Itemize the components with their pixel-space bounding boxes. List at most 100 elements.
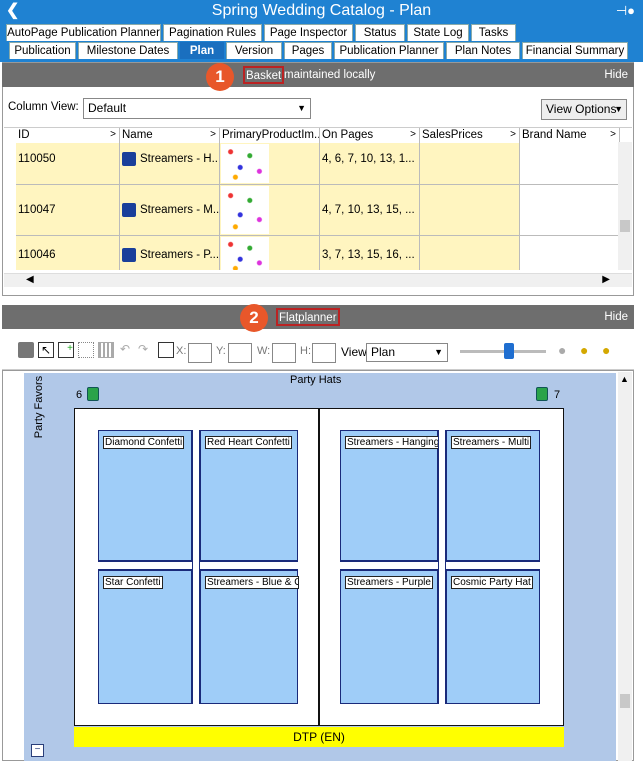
callout-badge-1: 1 xyxy=(206,63,234,91)
tab-financial-summary[interactable]: Financial Summary xyxy=(522,42,628,59)
tab-milestone-dates[interactable]: Milestone Dates xyxy=(78,42,178,59)
view-select-value: Plan xyxy=(371,345,396,359)
collapse-icon[interactable]: − xyxy=(31,744,44,757)
zoom-slider[interactable] xyxy=(460,343,546,359)
page-icon[interactable] xyxy=(18,342,34,358)
cell-on-pages[interactable]: 3, 7, 13, 15, 16, ... xyxy=(320,236,420,270)
users-icon[interactable]: ● xyxy=(558,342,574,358)
product-icon xyxy=(122,248,136,262)
cell-name[interactable]: Streamers - P... xyxy=(120,236,220,270)
table-row[interactable]: 110046 xyxy=(16,236,120,270)
y-input[interactable] xyxy=(228,343,252,363)
page-status-icon[interactable] xyxy=(536,387,548,401)
tab-pages[interactable]: Pages xyxy=(284,42,332,59)
grid-icon[interactable] xyxy=(98,342,114,358)
frame-streamers-multi[interactable]: Streamers - Multi xyxy=(446,430,540,561)
cell-brand-name[interactable] xyxy=(520,236,620,270)
cell-product-image[interactable] xyxy=(220,185,320,236)
section-title: Party Hats xyxy=(290,374,342,386)
column-header-brand-name[interactable]: Brand Name > xyxy=(520,128,620,143)
crop-icon[interactable] xyxy=(158,342,174,358)
frame-red-heart-confetti[interactable]: Red Heart Confetti xyxy=(200,430,298,561)
tab-autopage-publication-planner[interactable]: AutoPage Publication Planner xyxy=(6,24,161,41)
tab-page-inspector[interactable]: Page Inspector xyxy=(264,24,353,41)
flatplanner-toolbar: ↖ + ↶ ↷ X: Y: W: H: View Plan ▼ ● ● ● xyxy=(2,333,634,370)
zoom-slider-thumb[interactable] xyxy=(504,343,514,359)
column-view-value: Default xyxy=(88,101,127,115)
column-header-sales-prices[interactable]: SalesPrices > xyxy=(420,128,520,143)
frame-streamers-purple[interactable]: Streamers - Purple xyxy=(340,570,438,704)
left-page-number: 6 xyxy=(76,389,83,401)
tab-publication[interactable]: Publication xyxy=(9,42,76,59)
basket-label: Basket xyxy=(243,66,285,84)
page-status-icon[interactable] xyxy=(87,387,99,401)
table-row[interactable]: 110050 xyxy=(16,143,120,185)
tab-state-log[interactable]: State Log xyxy=(407,24,469,41)
h-label: H: xyxy=(300,345,311,357)
view-options-button[interactable]: View Options ▼ xyxy=(541,99,627,120)
tab-tasks[interactable]: Tasks xyxy=(471,24,516,41)
delete-frame-icon[interactable] xyxy=(78,342,94,358)
flatplanner-vertical-scrollbar[interactable]: ▲ xyxy=(618,372,632,761)
chevron-down-icon: ▼ xyxy=(614,104,623,114)
basket-hide-link[interactable]: Hide xyxy=(604,63,628,87)
basket-vertical-scrollbar[interactable] xyxy=(618,142,632,270)
cell-sales-prices[interactable] xyxy=(420,143,520,185)
tab-plan-notes[interactable]: Plan Notes xyxy=(446,42,520,59)
frame-cosmic-party-hat[interactable]: Cosmic Party Hat xyxy=(446,570,540,704)
column-header-primary-product-image[interactable]: PrimaryProductIm... xyxy=(220,128,320,143)
column-header-id[interactable]: ID > xyxy=(16,128,120,143)
cell-sales-prices[interactable] xyxy=(420,185,520,236)
confetti-thumbnail xyxy=(221,237,269,270)
scroll-thumb[interactable] xyxy=(620,694,630,708)
page-right[interactable]: Streamers - Hanging Streamers - Multi St… xyxy=(319,408,564,726)
column-header-on-pages[interactable]: On Pages > xyxy=(320,128,420,143)
view-select[interactable]: Plan ▼ xyxy=(366,343,448,362)
callout-badge-2: 2 xyxy=(240,304,268,332)
pin-icon[interactable]: ⊣● xyxy=(616,0,635,22)
tab-publication-planner[interactable]: Publication Planner xyxy=(334,42,444,59)
scroll-up-icon[interactable]: ▲ xyxy=(620,374,629,384)
cell-brand-name[interactable] xyxy=(520,143,620,185)
frame-streamers-hanging[interactable]: Streamers - Hanging xyxy=(340,430,439,561)
tab-pagination-rules[interactable]: Pagination Rules xyxy=(163,24,262,41)
w-input[interactable] xyxy=(272,343,296,363)
page-left[interactable]: Diamond Confetti Red Heart Confetti Star… xyxy=(74,408,319,726)
cell-name[interactable]: Streamers - M... xyxy=(120,185,220,236)
tab-plan[interactable]: Plan xyxy=(180,42,224,59)
flatplanner-hide-link[interactable]: Hide xyxy=(604,305,628,329)
h-input[interactable] xyxy=(312,343,336,363)
table-row[interactable]: 110047 xyxy=(16,185,120,236)
user-group-icon[interactable]: ● xyxy=(602,342,618,358)
column-view-select[interactable]: Default ▼ xyxy=(83,98,311,119)
confetti-thumbnail xyxy=(221,186,269,234)
redo-icon[interactable]: ↷ xyxy=(138,342,154,358)
tab-status[interactable]: Status xyxy=(355,24,405,41)
column-header-name[interactable]: Name > xyxy=(120,128,220,143)
cell-brand-name[interactable] xyxy=(520,185,620,236)
basket-grid: ID > Name > PrimaryProductIm... On Pages > … xyxy=(4,127,632,270)
x-input[interactable] xyxy=(188,343,212,363)
basket-panel-header: Basket maintained locally Hide xyxy=(2,63,634,87)
user-add-icon[interactable]: ● xyxy=(580,342,596,358)
cell-on-pages[interactable]: 4, 7, 10, 13, 15, ... xyxy=(320,185,420,236)
basket-horizontal-scrollbar[interactable]: ◀ ▶ xyxy=(4,273,632,287)
pointer-icon[interactable]: ↖ xyxy=(38,342,54,358)
add-frame-icon[interactable]: + xyxy=(58,342,74,358)
cell-on-pages[interactable]: 4, 6, 7, 10, 13, 1... xyxy=(320,143,420,185)
cell-sales-prices[interactable] xyxy=(420,236,520,270)
cell-name[interactable]: Streamers - H... xyxy=(120,143,220,185)
chevron-down-icon: ▼ xyxy=(434,347,443,357)
cell-product-image[interactable] xyxy=(220,236,320,270)
scroll-left-icon[interactable]: ◀ xyxy=(26,274,34,285)
tab-version[interactable]: Version xyxy=(226,42,282,59)
scroll-thumb[interactable] xyxy=(620,220,630,232)
back-arrow-icon[interactable]: ❮ xyxy=(6,0,19,22)
frame-diamond-confetti[interactable]: Diamond Confetti xyxy=(98,430,192,561)
frame-streamers-blue[interactable]: Streamers - Blue & Or xyxy=(200,570,299,704)
undo-icon[interactable]: ↶ xyxy=(120,342,136,358)
frame-star-confetti[interactable]: Star Confetti xyxy=(98,570,192,704)
column-view-label: Column View: xyxy=(8,101,79,113)
cell-product-image[interactable] xyxy=(220,143,320,185)
scroll-right-icon[interactable]: ▶ xyxy=(602,274,610,285)
